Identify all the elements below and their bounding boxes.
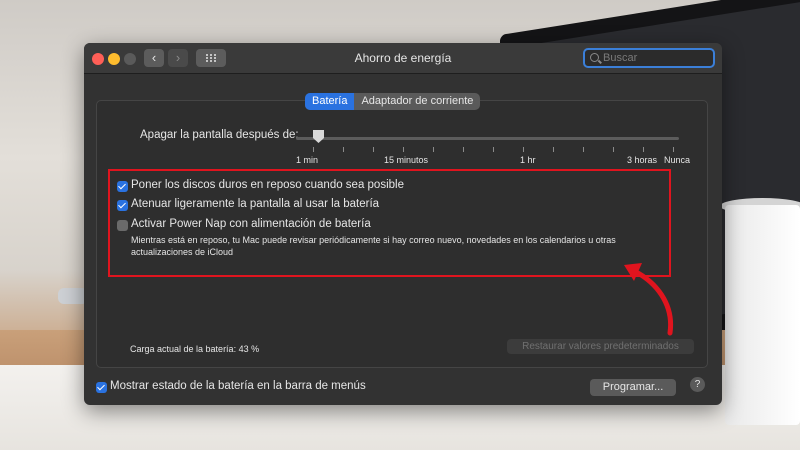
schedule-button[interactable]: Programar... bbox=[590, 379, 676, 396]
checkbox-checked[interactable] bbox=[117, 200, 128, 211]
title-bar: ‹ › Ahorro de energía Buscar bbox=[84, 43, 722, 74]
zoom-window-button[interactable] bbox=[124, 53, 136, 65]
slider-tick bbox=[343, 147, 344, 152]
tick-label-3-horas: 3 horas bbox=[627, 155, 658, 165]
tick-label-nunca: Nunca bbox=[664, 155, 691, 165]
option-label: Atenuar ligeramente la pantalla al usar … bbox=[131, 198, 380, 210]
forward-button[interactable]: › bbox=[168, 49, 188, 67]
option-label: Activar Power Nap con alimentación de ba… bbox=[131, 218, 371, 230]
show-battery-status-checkbox[interactable] bbox=[96, 382, 107, 393]
window-title: Ahorro de energía bbox=[354, 51, 452, 65]
display-sleep-slider-track[interactable] bbox=[296, 137, 679, 140]
chevron-right-icon: › bbox=[175, 50, 181, 65]
display-sleep-label: Apagar la pantalla después de: bbox=[140, 129, 299, 141]
back-button[interactable]: ‹ bbox=[144, 49, 164, 67]
tab-control: Batería Adaptador de corriente bbox=[305, 93, 481, 110]
preferences-window: ‹ › Ahorro de energía Buscar Batería Ada… bbox=[84, 43, 722, 405]
checkbox-unchecked[interactable] bbox=[117, 220, 128, 231]
slider-tick bbox=[673, 147, 674, 152]
option-label: Poner los discos duros en reposo cuando … bbox=[131, 179, 404, 191]
slider-tick bbox=[493, 147, 494, 152]
minimize-window-button[interactable] bbox=[108, 53, 120, 65]
tick-label-1-hr: 1 hr bbox=[520, 155, 536, 165]
slider-tick bbox=[643, 147, 644, 152]
checkbox-checked[interactable] bbox=[117, 181, 128, 192]
show-battery-status-label: Mostrar estado de la batería en la barra… bbox=[110, 380, 366, 392]
search-icon bbox=[590, 53, 599, 62]
background-mug bbox=[725, 205, 800, 425]
red-arrow-annotation bbox=[624, 263, 674, 336]
battery-charge-label: Carga actual de la batería: 43 % bbox=[130, 344, 260, 354]
slider-tick bbox=[403, 147, 404, 152]
close-window-button[interactable] bbox=[92, 53, 104, 65]
slider-tick bbox=[433, 147, 434, 152]
tab-adaptador-corriente[interactable]: Adaptador de corriente bbox=[354, 93, 480, 110]
slider-tick bbox=[313, 147, 314, 152]
help-button[interactable]: ? bbox=[690, 377, 705, 392]
slider-tick bbox=[553, 147, 554, 152]
power-nap-description: Mientras está en reposo, tu Mac puede re… bbox=[131, 235, 616, 257]
restore-defaults-button[interactable]: Restaurar valores predeterminados bbox=[507, 339, 694, 354]
slider-tick bbox=[463, 147, 464, 152]
slider-tick bbox=[373, 147, 374, 152]
search-placeholder: Buscar bbox=[603, 52, 638, 64]
slider-tick bbox=[523, 147, 524, 152]
search-input[interactable]: Buscar bbox=[583, 48, 715, 68]
show-all-button[interactable] bbox=[196, 49, 226, 67]
tick-label-15-min: 15 minutos bbox=[384, 155, 429, 165]
tick-label-1-min: 1 min bbox=[296, 155, 319, 165]
slider-tick bbox=[613, 147, 614, 152]
slider-tick bbox=[583, 147, 584, 152]
tab-bateria[interactable]: Batería bbox=[305, 93, 355, 110]
chevron-left-icon: ‹ bbox=[151, 50, 157, 65]
